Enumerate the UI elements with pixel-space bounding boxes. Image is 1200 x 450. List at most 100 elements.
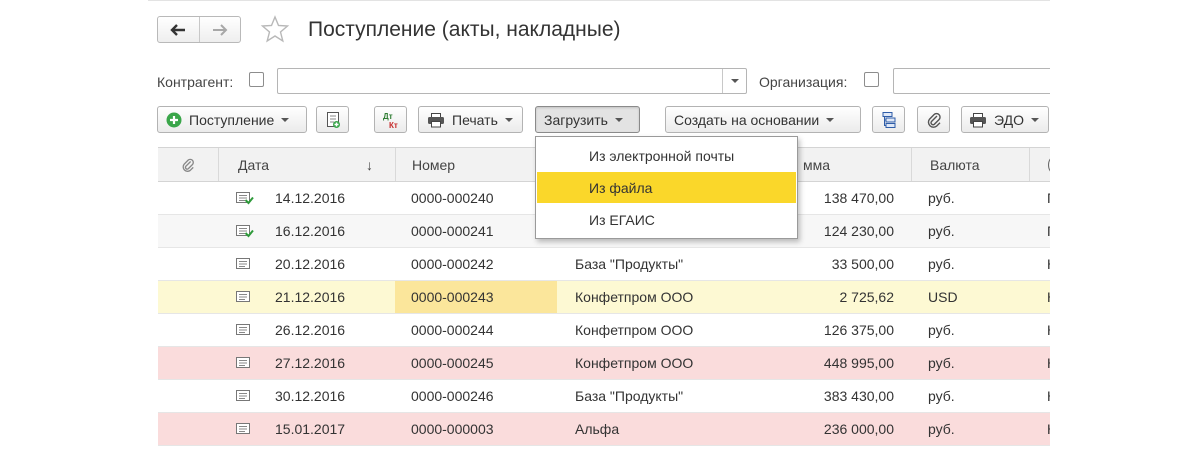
cell-currency: руб. — [928, 190, 955, 206]
cell-sum: 126 375,00 — [823, 322, 894, 338]
arrow-right-icon — [212, 23, 228, 36]
col-number[interactable]: Номер — [395, 148, 557, 181]
chevron-down-icon — [1030, 117, 1039, 122]
table-row[interactable]: 30.12.2016 0000-000246 База "Продукты" 383 … — [158, 380, 1050, 413]
load-dropdown-menu: Из электронной почты Из файла Из ЕГАИС — [535, 136, 798, 239]
nav-buttons — [157, 16, 241, 43]
cell-sum: 448 995,00 — [823, 355, 894, 371]
menu-item-label: Из файла — [589, 179, 653, 196]
col-extra-icon — [1048, 156, 1050, 173]
col-extra[interactable] — [1029, 148, 1050, 181]
cell-counterparty: База "Продукты" — [575, 256, 684, 272]
organization-label: Организация: — [759, 74, 848, 90]
dtkt-button[interactable]: Дт Кт — [374, 106, 407, 133]
cell-currency: USD — [928, 289, 958, 305]
chevron-down-icon — [504, 117, 513, 122]
cell-counterparty: Альфа — [575, 421, 620, 437]
load-button[interactable]: Загрузить — [535, 106, 640, 133]
debit-credit-icon: Дт Кт — [383, 112, 398, 130]
doc-icon — [236, 347, 254, 379]
posted-doc-icon — [236, 215, 254, 247]
doc-icon — [236, 314, 254, 346]
table-row[interactable]: 21.12.2016 0000-000243 Конфетпром ООО 2 725… — [158, 281, 1050, 314]
forward-button[interactable] — [198, 17, 241, 42]
menu-item-from-egais[interactable]: Из ЕГАИС — [537, 204, 796, 235]
cell-counterparty: База "Продукты" — [575, 388, 684, 404]
cell-extra: К — [1047, 380, 1050, 412]
sort-down-icon: ↓ — [366, 156, 373, 173]
structure-button[interactable] — [872, 106, 905, 133]
cell-counterparty: Конфетпром ООО — [575, 322, 694, 338]
organization-field[interactable] — [893, 68, 1050, 94]
cell-extra: К — [1047, 314, 1050, 346]
cell-date: 14.12.2016 — [275, 190, 346, 206]
cell-currency: руб. — [928, 355, 955, 371]
chevron-down-icon — [614, 117, 623, 122]
cell-counterparty: Конфетпром ООО — [575, 355, 694, 371]
cell-sum: 236 000,00 — [823, 421, 894, 437]
col-currency[interactable]: Валюта — [911, 148, 1029, 181]
doc-icon — [236, 248, 254, 280]
menu-item-from-email[interactable]: Из электронной почты — [537, 140, 796, 171]
copy-add-icon — [326, 111, 340, 128]
cell-number: 0000-000003 — [411, 421, 494, 437]
copy-doc-button[interactable] — [316, 106, 349, 133]
col-number-label: Номер — [412, 156, 456, 173]
doc-icon — [236, 413, 254, 445]
receipt-create-button[interactable]: Поступление — [157, 106, 307, 133]
attachments-button[interactable] — [917, 106, 950, 133]
cell-extra: К — [1047, 281, 1050, 313]
cell-sum: 383 430,00 — [823, 388, 894, 404]
counterparty-label: Контрагент: — [157, 74, 234, 90]
chevron-down-icon — [281, 117, 290, 122]
cell-currency: руб. — [928, 421, 955, 437]
edo-button[interactable]: ЭДО — [961, 106, 1049, 133]
posted-doc-icon — [236, 182, 254, 214]
cell-currency: руб. — [928, 256, 955, 272]
cell-number: 0000-000245 — [411, 355, 494, 371]
table-row[interactable]: 15.01.2017 0000-000003 Альфа 236 000,00 руб.… — [158, 413, 1050, 446]
cell-extra: Г — [1047, 215, 1050, 247]
col-currency-label: Валюта — [930, 156, 980, 173]
cell-date: 26.12.2016 — [275, 322, 346, 338]
edo-button-label: ЭДО — [994, 111, 1024, 128]
print-button[interactable]: Печать — [418, 106, 523, 133]
favorite-star-icon[interactable] — [260, 14, 290, 44]
col-date[interactable]: Дата ↓ — [218, 148, 395, 181]
edo-printer-icon — [970, 112, 986, 127]
cell-date: 20.12.2016 — [275, 256, 346, 272]
printer-icon — [428, 112, 444, 127]
create-based-button[interactable]: Создать на основании — [665, 106, 861, 133]
col-attachment[interactable] — [158, 148, 218, 181]
hierarchy-icon — [882, 111, 895, 128]
cell-number: 0000-000244 — [411, 322, 494, 338]
cell-date: 21.12.2016 — [275, 289, 346, 305]
counterparty-field[interactable] — [277, 68, 747, 94]
table-row[interactable]: 26.12.2016 0000-000244 Конфетпром ООО 126 3… — [158, 314, 1050, 347]
page-title: Поступление (акты, накладные) — [308, 18, 621, 41]
cell-number: 0000-000246 — [411, 388, 494, 404]
cell-date: 16.12.2016 — [275, 223, 346, 239]
print-button-label: Печать — [452, 111, 498, 128]
table-row[interactable]: 27.12.2016 0000-000245 Конфетпром ООО 448 9… — [158, 347, 1050, 380]
top-divider — [148, 0, 1050, 1]
cell-sum: 2 725,62 — [839, 289, 895, 305]
organization-checkbox[interactable] — [864, 72, 879, 87]
col-sum-label: мма — [803, 156, 831, 173]
cell-currency: руб. — [928, 223, 955, 239]
cell-date: 15.01.2017 — [275, 421, 346, 437]
chevron-down-icon — [730, 79, 739, 83]
receipt-button-label: Поступление — [189, 111, 275, 128]
svg-text:Дт: Дт — [383, 112, 393, 121]
counterparty-checkbox[interactable] — [249, 72, 264, 87]
table-row[interactable]: 20.12.2016 0000-000242 База "Продукты" 33 5… — [158, 248, 1050, 281]
counterparty-dropdown-button[interactable] — [722, 69, 746, 93]
load-button-label: Загрузить — [544, 111, 608, 128]
cell-number: 0000-000242 — [411, 256, 494, 272]
menu-item-from-file[interactable]: Из файла — [537, 172, 796, 203]
back-button[interactable] — [158, 17, 199, 42]
cell-date: 27.12.2016 — [275, 355, 346, 371]
cell-counterparty: Конфетпром ООО — [575, 289, 694, 305]
svg-text:Кт: Кт — [389, 121, 398, 130]
cell-date: 30.12.2016 — [275, 388, 346, 404]
